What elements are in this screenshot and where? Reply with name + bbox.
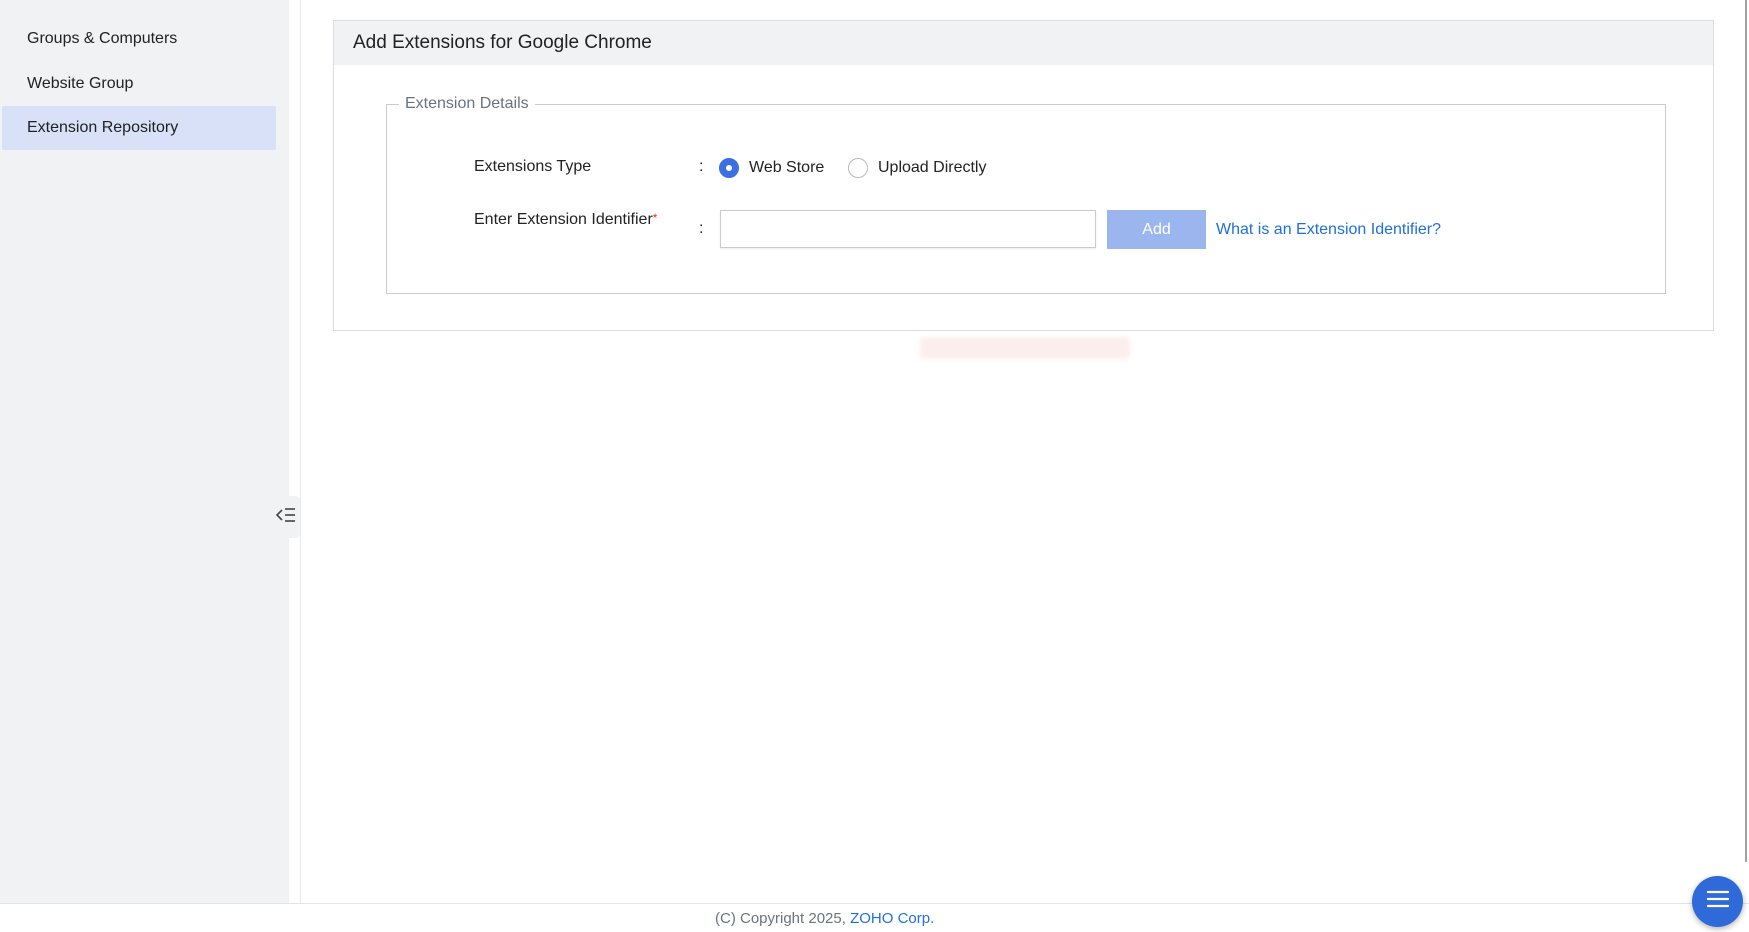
radio-web-store-control[interactable] — [719, 158, 739, 178]
zoho-corp-link[interactable]: ZOHO Corp. — [850, 910, 934, 927]
sidebar-item-website-group[interactable]: Website Group — [2, 62, 276, 106]
content-divider — [300, 0, 301, 903]
sidebar-item-extension-repository[interactable]: Extension Repository — [2, 106, 276, 150]
blurred-message — [920, 337, 1130, 359]
extension-identifier-colon: : — [699, 220, 704, 237]
extension-identifier-label: Enter Extension Identifier* — [474, 211, 657, 229]
extensions-type-colon: : — [699, 158, 704, 175]
extension-identifier-help-link[interactable]: What is an Extension Identifier? — [1216, 221, 1441, 239]
sidebar: Groups & Computers Website Group Extensi… — [0, 0, 289, 903]
radio-web-store[interactable]: Web Store — [719, 158, 824, 178]
sidebar-item-groups-computers[interactable]: Groups & Computers — [2, 17, 276, 61]
add-extensions-panel: Add Extensions for Google Chrome Extensi… — [333, 20, 1714, 331]
add-button[interactable]: Add — [1107, 210, 1206, 249]
extension-details-fieldset: Extension Details Extensions Type : Web … — [386, 94, 1666, 294]
extension-identifier-label-text: Enter Extension Identifier — [474, 211, 653, 228]
footer: (C) Copyright 2025, ZOHO Corp. — [715, 910, 934, 927]
fieldset-legend: Extension Details — [399, 94, 535, 114]
extensions-type-label: Extensions Type — [474, 158, 592, 175]
radio-upload-directly[interactable]: Upload Directly — [848, 158, 986, 178]
radio-upload-directly-control[interactable] — [848, 158, 868, 178]
collapse-sidebar-icon — [275, 507, 296, 528]
sidebar-collapse-button[interactable] — [271, 496, 301, 538]
radio-web-store-label: Web Store — [749, 159, 825, 176]
menu-icon — [1706, 890, 1729, 913]
page-title: Add Extensions for Google Chrome — [334, 21, 1713, 65]
page-scrollbar[interactable] — [1745, 0, 1747, 862]
floating-menu-button[interactable] — [1692, 876, 1743, 927]
extension-identifier-input[interactable] — [720, 210, 1096, 248]
footer-divider — [0, 903, 1749, 904]
footer-copyright: (C) Copyright 2025, — [715, 910, 846, 927]
radio-upload-directly-label: Upload Directly — [878, 159, 987, 176]
required-mark: * — [652, 211, 658, 225]
